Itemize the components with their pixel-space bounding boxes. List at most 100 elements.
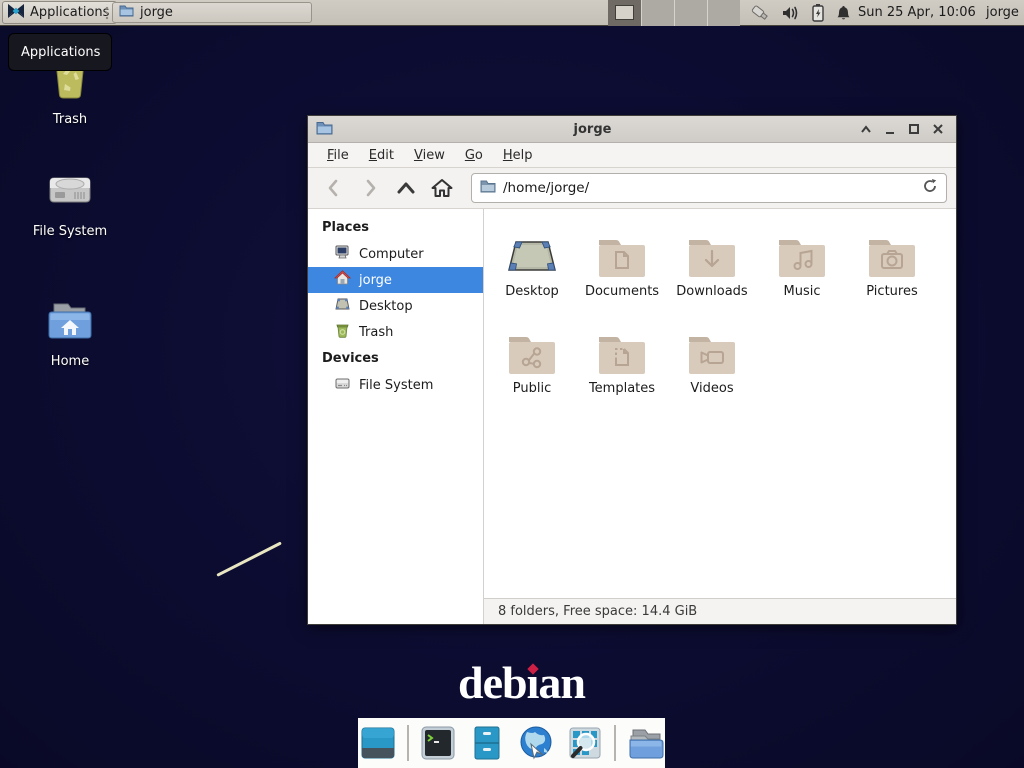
workspace-3[interactable] bbox=[674, 0, 707, 26]
location-folder-icon bbox=[480, 179, 496, 197]
folder-templates-icon bbox=[596, 317, 648, 377]
folder-label: Videos bbox=[690, 381, 733, 396]
desktop-screen: Applications jorge bbox=[0, 0, 1024, 768]
workspace-1[interactable] bbox=[608, 0, 641, 26]
main-view: Desktop Documents bbox=[484, 209, 956, 624]
back-button[interactable] bbox=[317, 173, 351, 203]
folder-public-icon bbox=[506, 317, 558, 377]
debian-logo-text-post: an bbox=[538, 657, 585, 708]
folder-item-videos[interactable]: Videos bbox=[667, 317, 757, 414]
forward-button[interactable] bbox=[353, 173, 387, 203]
workspace-4[interactable] bbox=[707, 0, 740, 26]
folder-downloads-icon bbox=[686, 220, 738, 280]
up-button[interactable] bbox=[389, 173, 423, 203]
web-browser-icon[interactable] bbox=[516, 723, 556, 763]
folder-grid: Desktop Documents bbox=[484, 209, 956, 598]
folder-item-public[interactable]: Public bbox=[487, 317, 577, 414]
trash-small-icon bbox=[334, 322, 351, 342]
home-button[interactable] bbox=[425, 173, 459, 203]
window-body: Places Computer bbox=[308, 209, 956, 624]
application-finder-icon[interactable] bbox=[565, 723, 605, 763]
statusbar: 8 folders, Free space: 14.4 GiB bbox=[484, 598, 956, 624]
devices-header: Devices bbox=[308, 345, 483, 372]
desktop-icon-file-system[interactable]: File System bbox=[22, 172, 118, 239]
sidebar-label: Computer bbox=[359, 247, 424, 262]
sidebar-label: jorge bbox=[359, 273, 392, 288]
menubar: File Edit View Go Help bbox=[308, 143, 956, 168]
home-label: Home bbox=[51, 354, 89, 369]
debian-logo-i: ı bbox=[527, 656, 539, 709]
sidebar: Places Computer bbox=[308, 209, 484, 624]
folder-item-music[interactable]: Music bbox=[757, 220, 847, 317]
folder-label: Downloads bbox=[676, 284, 747, 299]
close-button[interactable] bbox=[928, 120, 948, 138]
places-header: Places bbox=[308, 214, 483, 241]
file-cabinet-icon[interactable] bbox=[467, 723, 507, 763]
home-icon bbox=[334, 270, 351, 290]
xfce-applications-icon bbox=[7, 2, 25, 24]
folder-item-documents[interactable]: Documents bbox=[577, 220, 667, 317]
removable-media-icon[interactable] bbox=[748, 0, 772, 26]
folder-label: Documents bbox=[585, 284, 659, 299]
folder-pictures-icon bbox=[866, 220, 918, 280]
panel-clock[interactable]: Sun 25 Apr, 10:06 bbox=[858, 0, 976, 25]
workspace-switcher bbox=[608, 0, 740, 26]
window-titlebar[interactable]: jorge bbox=[308, 116, 956, 143]
folder-item-desktop[interactable]: Desktop bbox=[487, 220, 577, 317]
desktop-icon bbox=[334, 296, 351, 316]
folder-item-pictures[interactable]: Pictures bbox=[847, 220, 937, 317]
sidebar-item-desktop[interactable]: Desktop bbox=[308, 293, 483, 319]
location-path[interactable]: /home/jorge/ bbox=[503, 180, 915, 196]
applications-menu-label: Applications bbox=[30, 5, 109, 20]
folder-music-icon bbox=[776, 220, 828, 280]
workspace-2[interactable] bbox=[641, 0, 674, 26]
folder-label: Desktop bbox=[505, 284, 559, 299]
sidebar-item-file-system[interactable]: File System bbox=[308, 372, 483, 398]
folder-label: Music bbox=[784, 284, 821, 299]
applications-menu-button[interactable]: Applications bbox=[2, 1, 117, 24]
taskbar-window-button[interactable]: jorge bbox=[112, 2, 312, 23]
desktop-icon-home[interactable]: Home bbox=[22, 298, 118, 369]
sidebar-item-jorge[interactable]: jorge bbox=[308, 267, 483, 293]
folder-item-templates[interactable]: Templates bbox=[577, 317, 667, 414]
panel-handle[interactable] bbox=[104, 4, 110, 22]
task-window-title: jorge bbox=[140, 5, 173, 20]
debian-logo-text-pre: deb bbox=[458, 657, 527, 708]
terminal-icon[interactable] bbox=[418, 723, 458, 763]
dock-separator bbox=[614, 725, 616, 761]
statusbar-text: 8 folders, Free space: 14.4 GiB bbox=[498, 604, 697, 619]
sidebar-item-trash[interactable]: Trash bbox=[308, 319, 483, 345]
task-folder-icon bbox=[119, 4, 134, 21]
show-desktop-icon[interactable] bbox=[358, 723, 398, 763]
folder-item-downloads[interactable]: Downloads bbox=[667, 220, 757, 317]
dock bbox=[358, 718, 665, 768]
menu-view[interactable]: View bbox=[407, 145, 452, 166]
applications-tooltip: Applications bbox=[8, 33, 112, 71]
debian-logo: debıan bbox=[458, 656, 585, 709]
menu-go[interactable]: Go bbox=[458, 145, 490, 166]
folder-documents-icon bbox=[596, 220, 648, 280]
tooltip-text: Applications bbox=[21, 45, 100, 60]
minimize-button[interactable] bbox=[880, 120, 900, 138]
reload-icon[interactable] bbox=[922, 178, 938, 198]
location-bar[interactable]: /home/jorge/ bbox=[471, 173, 947, 203]
file-folder-icon[interactable] bbox=[625, 723, 665, 763]
drive-icon bbox=[334, 375, 351, 395]
folder-label: Public bbox=[513, 381, 551, 396]
maximize-button[interactable] bbox=[904, 120, 924, 138]
shade-button[interactable] bbox=[856, 120, 876, 138]
sidebar-item-computer[interactable]: Computer bbox=[308, 241, 483, 267]
hard-drive-icon bbox=[46, 172, 94, 218]
notifications-bell-icon[interactable] bbox=[831, 0, 855, 26]
panel-username: jorge bbox=[986, 0, 1019, 25]
desktop-special-icon bbox=[504, 220, 560, 280]
volume-icon[interactable] bbox=[779, 0, 803, 26]
dock-separator bbox=[407, 725, 409, 761]
menu-help[interactable]: Help bbox=[496, 145, 540, 166]
battery-charging-icon[interactable] bbox=[806, 0, 830, 26]
menu-edit[interactable]: Edit bbox=[362, 145, 401, 166]
top-panel: Applications jorge bbox=[0, 0, 1024, 26]
file-manager-window: jorge File Edit View Go Help bbox=[307, 115, 957, 625]
home-folder-icon bbox=[44, 298, 96, 348]
menu-file[interactable]: File bbox=[320, 145, 356, 166]
